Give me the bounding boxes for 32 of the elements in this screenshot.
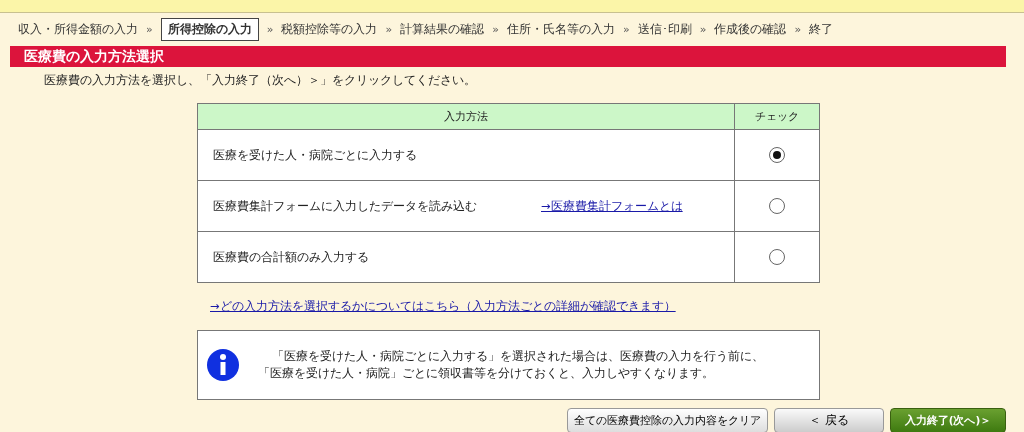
- action-button[interactable]: 入力終了(次へ)＞: [890, 408, 1006, 432]
- step-separator: »: [492, 22, 499, 36]
- radio-button[interactable]: [769, 147, 785, 163]
- radio-button[interactable]: [769, 249, 785, 265]
- step-label: 送信･印刷: [637, 20, 692, 38]
- help-link[interactable]: →どの入力方法を選択するかについてはこちら（入力方法ごとの詳細が確認できます）: [210, 299, 676, 313]
- column-header: チェック: [734, 103, 820, 130]
- action-button[interactable]: 全ての医療費控除の入力内容をクリア: [567, 408, 768, 432]
- method-label: 医療を受けた人・病院ごとに入力する: [213, 147, 417, 163]
- step-separator: »: [266, 22, 274, 36]
- form-info-link[interactable]: →医療費集計フォームとは: [541, 198, 683, 214]
- step-separator: »: [622, 22, 630, 36]
- action-button[interactable]: ＜ 戻る: [774, 408, 884, 432]
- step-separator: »: [699, 22, 707, 36]
- step-separator: »: [794, 22, 802, 36]
- radio-button[interactable]: [769, 198, 785, 214]
- info-text: 「医療を受けた人・病院」ごとに領収書等を分けておくと、入力しやすくなります。: [258, 365, 715, 382]
- info-text: 「医療を受けた人・病院ごとに入力する」を選択された場合は、医療費の入力を行う前に、: [271, 348, 764, 365]
- column-header: 入力方法: [197, 103, 735, 130]
- step-label: 収入・所得金額の入力: [18, 20, 138, 38]
- step-separator: »: [146, 22, 153, 36]
- page-title: 医療費の入力方法選択: [24, 47, 164, 66]
- step-label: 終了: [809, 20, 834, 38]
- step-label: 計算結果の確認: [400, 20, 485, 38]
- method-label: 医療費集計フォームに入力したデータを読み込む: [213, 198, 477, 214]
- instruction-text: 医療費の入力方法を選択し、「入力終了（次へ）＞」をクリックしてください。: [44, 72, 477, 89]
- step-separator: »: [385, 22, 393, 36]
- method-label: 医療費の合計額のみ入力する: [213, 249, 369, 265]
- info-icon: [206, 348, 240, 382]
- step-label: 税額控除等の入力: [281, 20, 378, 38]
- step-label: 住所・氏名等の入力: [506, 20, 615, 38]
- step-label: 作成後の確認: [714, 20, 787, 38]
